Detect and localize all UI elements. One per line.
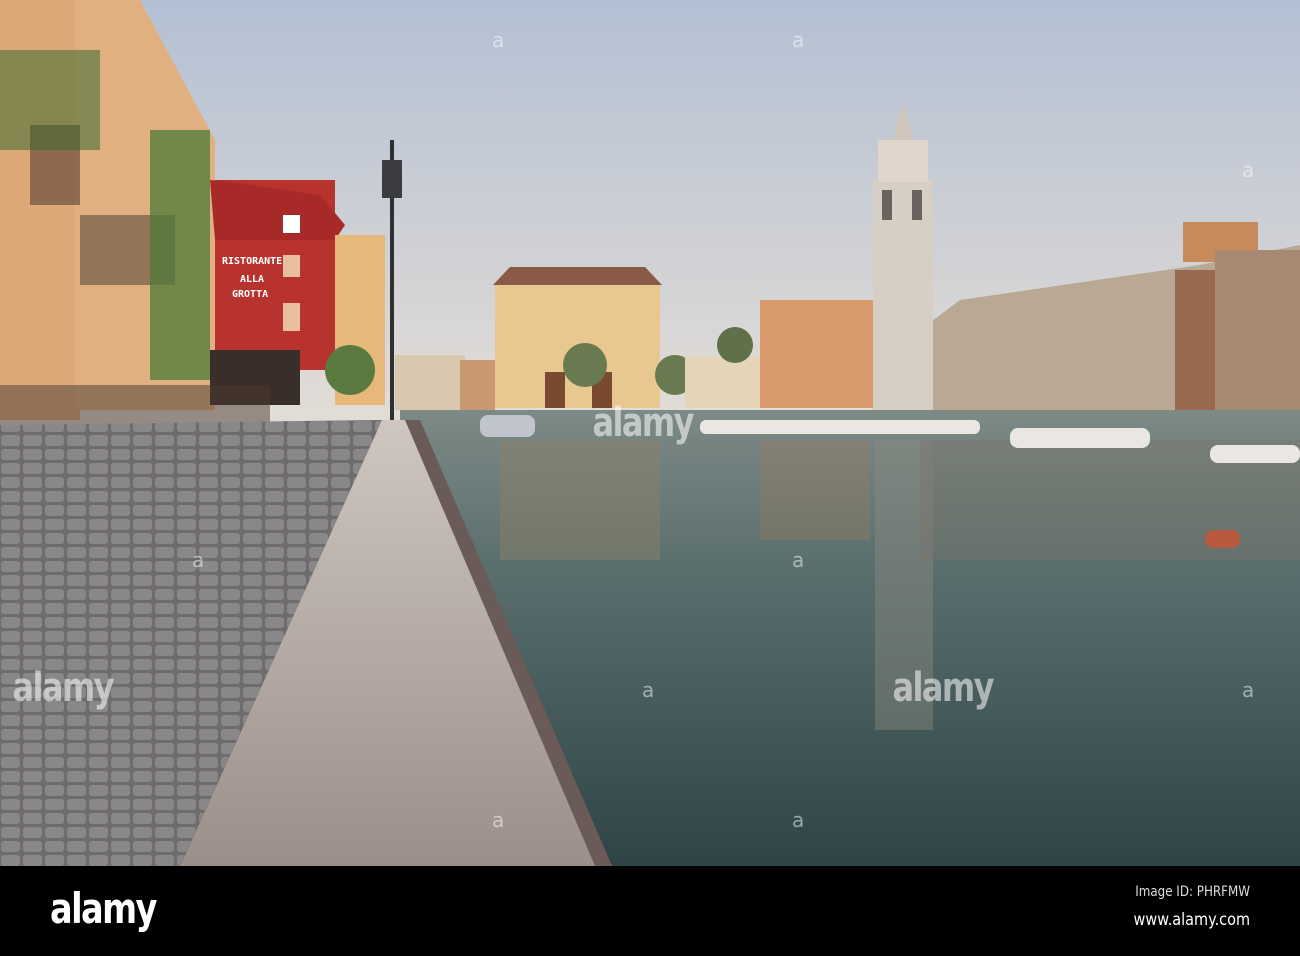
watermark-mark: a [642,678,655,702]
footer-bar: alamy Image ID: PHRFMW www.alamy.com [0,866,1300,956]
watermark-mark: a [492,28,505,52]
watermark-mark: a [792,28,805,52]
alamy-logo: alamy [50,884,157,933]
watermark-mark: a [192,548,205,572]
watermark: alamy [892,665,995,711]
sign-line-3: GROTTA [232,289,268,300]
bell-tower [873,100,933,410]
watermark-mark: a [792,548,805,572]
town-hall-building [493,267,662,408]
watermark: alamy [592,400,695,446]
watermark: alamy [12,665,115,711]
sign-line-2: ALLA [240,274,264,285]
watermark-mark: a [492,808,505,832]
watermark-mark: a [1242,678,1255,702]
image-id: Image ID: PHRFMW [1135,884,1250,900]
watermark-mark: a [1242,158,1255,182]
sign-line-1: RISTORANTE [222,256,282,267]
watermark-mark: a [792,808,805,832]
website-link: www.alamy.com [1133,910,1250,930]
